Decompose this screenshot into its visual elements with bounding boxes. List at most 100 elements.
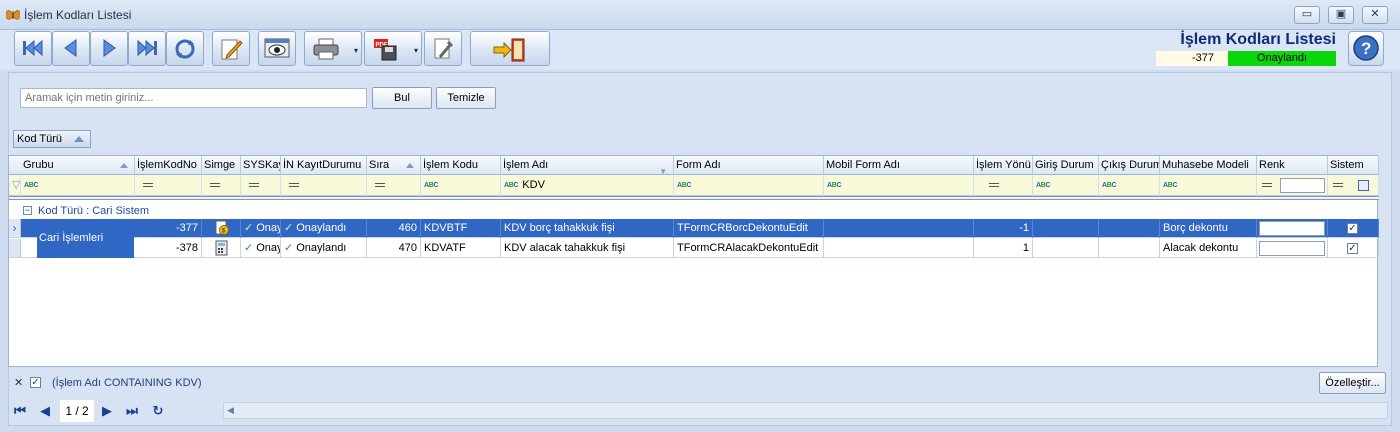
column-header-grubu[interactable]: Grubu (21, 156, 135, 175)
column-header-sistem[interactable]: Sistem (1328, 156, 1379, 175)
sort-ascending-icon (406, 163, 414, 168)
column-header-mobil-form-adi[interactable]: Mobil Form Adı (824, 156, 974, 175)
equals-icon (289, 183, 299, 188)
filter-cell-in-kayit-durumu[interactable] (281, 175, 367, 196)
column-header-islem-yonu[interactable]: İşlem Yönü (974, 156, 1033, 175)
preview-button[interactable] (258, 31, 296, 66)
cell-mobil-form-adi (824, 239, 974, 258)
filter-cell-sys-kayit[interactable] (241, 175, 281, 196)
filter-cell-simge[interactable] (202, 175, 241, 196)
butterfly-app-icon (5, 7, 21, 23)
filter-cell-renk[interactable] (1257, 175, 1328, 196)
cell-sira: 460 (367, 219, 421, 238)
filter-cell-islem-kod-no[interactable] (135, 175, 202, 196)
cell-cikis-durum (1099, 219, 1160, 238)
column-header-giris-durum[interactable]: Giriş Durum (1033, 156, 1099, 175)
cell-cikis-durum (1099, 239, 1160, 258)
filter-cell-cikis-durum[interactable]: ABC (1099, 175, 1160, 196)
filter-cell-mobil-form-adi[interactable]: ABC (824, 175, 974, 196)
color-box[interactable] (1259, 221, 1325, 236)
column-header-sys-kayit[interactable]: SYSKayıt (241, 156, 281, 175)
sistem-filter-checkbox[interactable] (1358, 180, 1369, 191)
exit-button[interactable] (470, 31, 550, 66)
column-header-simge[interactable]: Simge (202, 156, 241, 175)
refresh-button[interactable] (166, 31, 204, 66)
window-title: İşlem Kodları Listesi (24, 8, 132, 22)
column-header-cikis-durum[interactable]: Çıkış Durum (1099, 156, 1160, 175)
nav-first-icon[interactable]: ⏮ (10, 403, 30, 419)
print-dropdown-icon: ▾ (353, 46, 358, 55)
equals-icon (989, 183, 999, 188)
previous-record-icon (64, 39, 77, 57)
column-header-islem-kodu[interactable]: İşlem Kodu (421, 156, 501, 175)
group-row[interactable]: − Kod Türü : Cari Sistem (9, 202, 1379, 220)
cell-islem-adi: KDV alacak tahakkuk fişi (501, 239, 674, 258)
nav-next-icon[interactable]: ▶ (97, 403, 117, 419)
group-by-chip[interactable]: Kod Türü (13, 130, 91, 148)
find-button[interactable]: Bul (372, 87, 432, 109)
first-record-button[interactable] (14, 31, 52, 66)
filter-cell-sistem[interactable] (1328, 175, 1379, 196)
equals-icon (375, 183, 385, 188)
filter-cell-sira[interactable] (367, 175, 421, 196)
cell-muhasebe-modeli: Borç dekontu (1160, 219, 1257, 238)
column-header-islem-kod-no[interactable]: İşlemKodNo (135, 156, 202, 175)
nav-refresh-icon[interactable]: ↻ (148, 403, 168, 419)
cell-form-adi: TFormCRAlacakDekontuEdit (674, 239, 824, 258)
sort-ascending-icon (120, 163, 128, 168)
sistem-checkbox[interactable]: ✓ (1347, 243, 1358, 254)
pdf-save-button[interactable]: PDF ▾ (364, 31, 422, 66)
help-button[interactable]: ? (1348, 31, 1384, 66)
money-document-icon: $ (215, 220, 229, 235)
color-box[interactable] (1259, 241, 1325, 256)
group-by-label: Kod Türü (17, 133, 63, 145)
table-row[interactable]: › -377 $ ✓ Onay ✓ Onaylandı 460 KDVBTF KDV… (9, 219, 1379, 238)
column-header-islem-adi[interactable]: İşlem Adı ▼ (501, 156, 674, 175)
nav-previous-icon[interactable]: ◀ (35, 403, 55, 419)
filter-cell-islem-yonu[interactable] (974, 175, 1033, 196)
filter-cell-muhasebe-modeli[interactable]: ABC (1160, 175, 1257, 196)
scroll-left-icon[interactable]: ◀ (227, 405, 234, 416)
column-header-in-kayit-durumu[interactable]: İN KayıtDurumu (281, 156, 367, 175)
minimize-button[interactable]: ▭ (1294, 6, 1320, 24)
column-header-sira[interactable]: Sıra (367, 156, 421, 175)
exit-icon (493, 38, 525, 62)
clear-button[interactable]: Temizle (436, 87, 496, 109)
tools-button[interactable] (424, 31, 462, 66)
last-record-button[interactable] (128, 31, 166, 66)
sistem-checkbox[interactable]: ✓ (1347, 223, 1358, 234)
collapse-group-icon[interactable]: − (23, 206, 32, 215)
filter-cell-form-adi[interactable]: ABC (674, 175, 824, 196)
horizontal-scrollbar[interactable]: ◀ (223, 402, 1388, 419)
refresh-icon (175, 39, 195, 59)
filter-cell-islem-adi[interactable]: ABC KDV (501, 175, 674, 196)
nav-last-icon[interactable]: ⏭ (122, 403, 142, 419)
table-row[interactable]: -378 ✓ Onay ✓ Onaylandı 470 KDVATF KDV ala… (9, 239, 1379, 258)
print-button[interactable]: ▾ (304, 31, 362, 66)
previous-record-button[interactable] (52, 31, 90, 66)
renk-filter-input[interactable] (1280, 178, 1325, 193)
column-header-renk[interactable]: Renk (1257, 156, 1328, 175)
cell-islem-kod-no: -378 (135, 239, 202, 258)
cell-form-adi: TFormCRBorcDekontuEdit (674, 219, 824, 238)
filter-cell-giris-durum[interactable]: ABC (1033, 175, 1099, 196)
edit-button[interactable] (212, 31, 250, 66)
filter-cell-grubu[interactable]: ABC (21, 175, 135, 196)
next-record-button[interactable] (90, 31, 128, 66)
clear-filter-icon[interactable]: ✕ (14, 372, 23, 394)
restore-button[interactable]: ▣ (1328, 6, 1354, 24)
column-header-form-adi[interactable]: Form Adı (674, 156, 824, 175)
cell-sistem: ✓ (1328, 219, 1379, 238)
preview-icon (264, 38, 290, 58)
filter-cell-islem-kodu[interactable]: ABC (421, 175, 501, 196)
filter-enabled-checkbox[interactable]: ✓ (30, 377, 41, 388)
group-row-label: Kod Türü : Cari Sistem (38, 205, 150, 217)
search-input[interactable] (20, 88, 367, 108)
row-indicator-icon: › (9, 219, 21, 237)
close-button[interactable]: ✕ (1362, 6, 1388, 24)
customize-button[interactable]: Özelleştir... (1319, 372, 1386, 394)
column-header-muhasebe-modeli[interactable]: Muhasebe Modeli (1160, 156, 1257, 175)
text-filter-icon: ABC (504, 181, 519, 189)
equals-icon (210, 183, 220, 188)
filter-expression[interactable]: (İşlem Adı CONTAINING KDV) (52, 372, 202, 394)
